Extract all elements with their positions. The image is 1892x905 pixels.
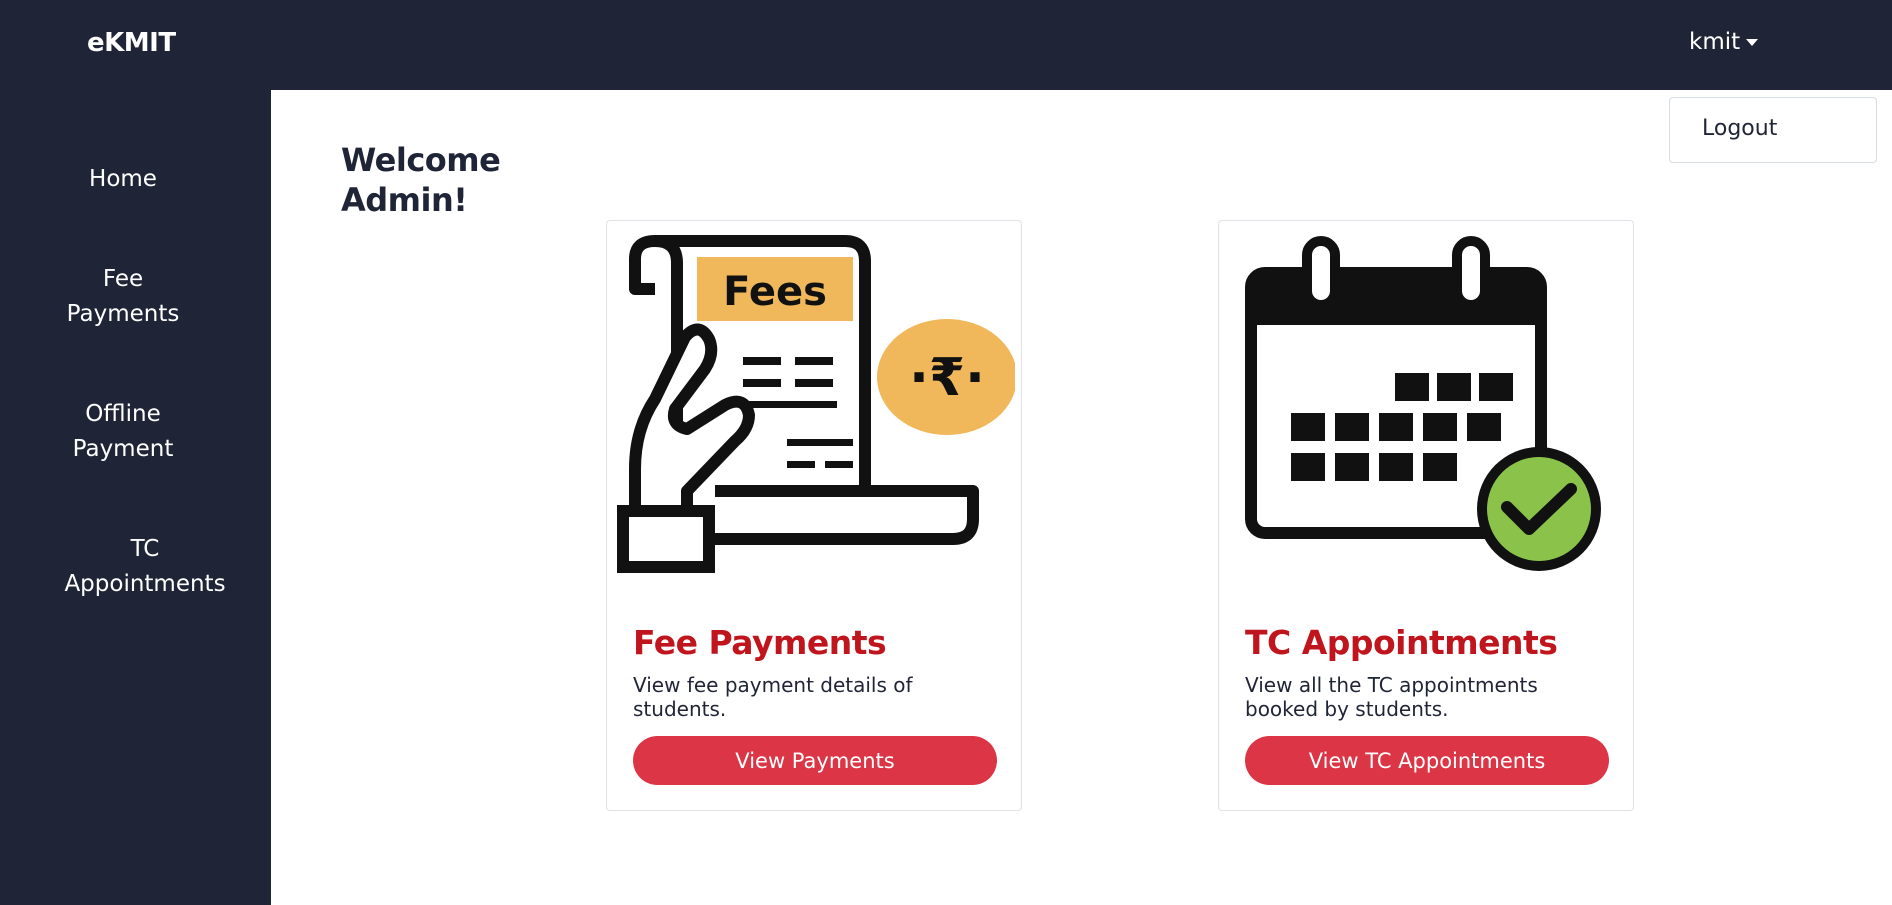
- rupee-symbol: ·₹·: [909, 348, 985, 408]
- sidebar: Home Fee Payments Offline Payment TC App…: [0, 90, 271, 905]
- calendar-check-icon: [1245, 236, 1601, 571]
- caret-down-icon: [1746, 38, 1759, 46]
- page-title: Welcome Admin!: [341, 141, 501, 219]
- sidebar-item-home[interactable]: Home: [78, 162, 168, 197]
- sidebar-item-tc-appointments[interactable]: TC Appointments: [58, 532, 232, 602]
- user-menu-toggle[interactable]: kmit: [1689, 29, 1759, 55]
- fee-payments-card: Fees ·₹· Fee Payments View fee payment d…: [606, 220, 1022, 811]
- card-description: View fee payment details of students.: [633, 673, 913, 721]
- logout-menu-item[interactable]: Logout: [1702, 116, 1777, 141]
- top-navbar: eKMIT kmit: [0, 0, 1892, 90]
- card-description: View all the TC appointments booked by s…: [1245, 673, 1538, 721]
- sidebar-item-fee-payments[interactable]: Fee Payments: [58, 262, 188, 332]
- user-dropdown-menu: Logout: [1669, 97, 1877, 163]
- view-payments-button[interactable]: View Payments: [633, 736, 997, 785]
- card-title: TC Appointments: [1245, 623, 1558, 662]
- sidebar-item-offline-payment[interactable]: Offline Payment: [58, 397, 188, 467]
- brand-logo[interactable]: eKMIT: [87, 28, 176, 58]
- view-tc-appointments-button[interactable]: View TC Appointments: [1245, 736, 1609, 785]
- tc-appointments-card: TC Appointments View all the TC appointm…: [1218, 220, 1634, 811]
- card-title: Fee Payments: [633, 623, 887, 662]
- fees-label: Fees: [723, 269, 827, 315]
- fee-document-rupee-icon: Fees ·₹·: [617, 235, 1015, 573]
- user-name: kmit: [1689, 29, 1741, 55]
